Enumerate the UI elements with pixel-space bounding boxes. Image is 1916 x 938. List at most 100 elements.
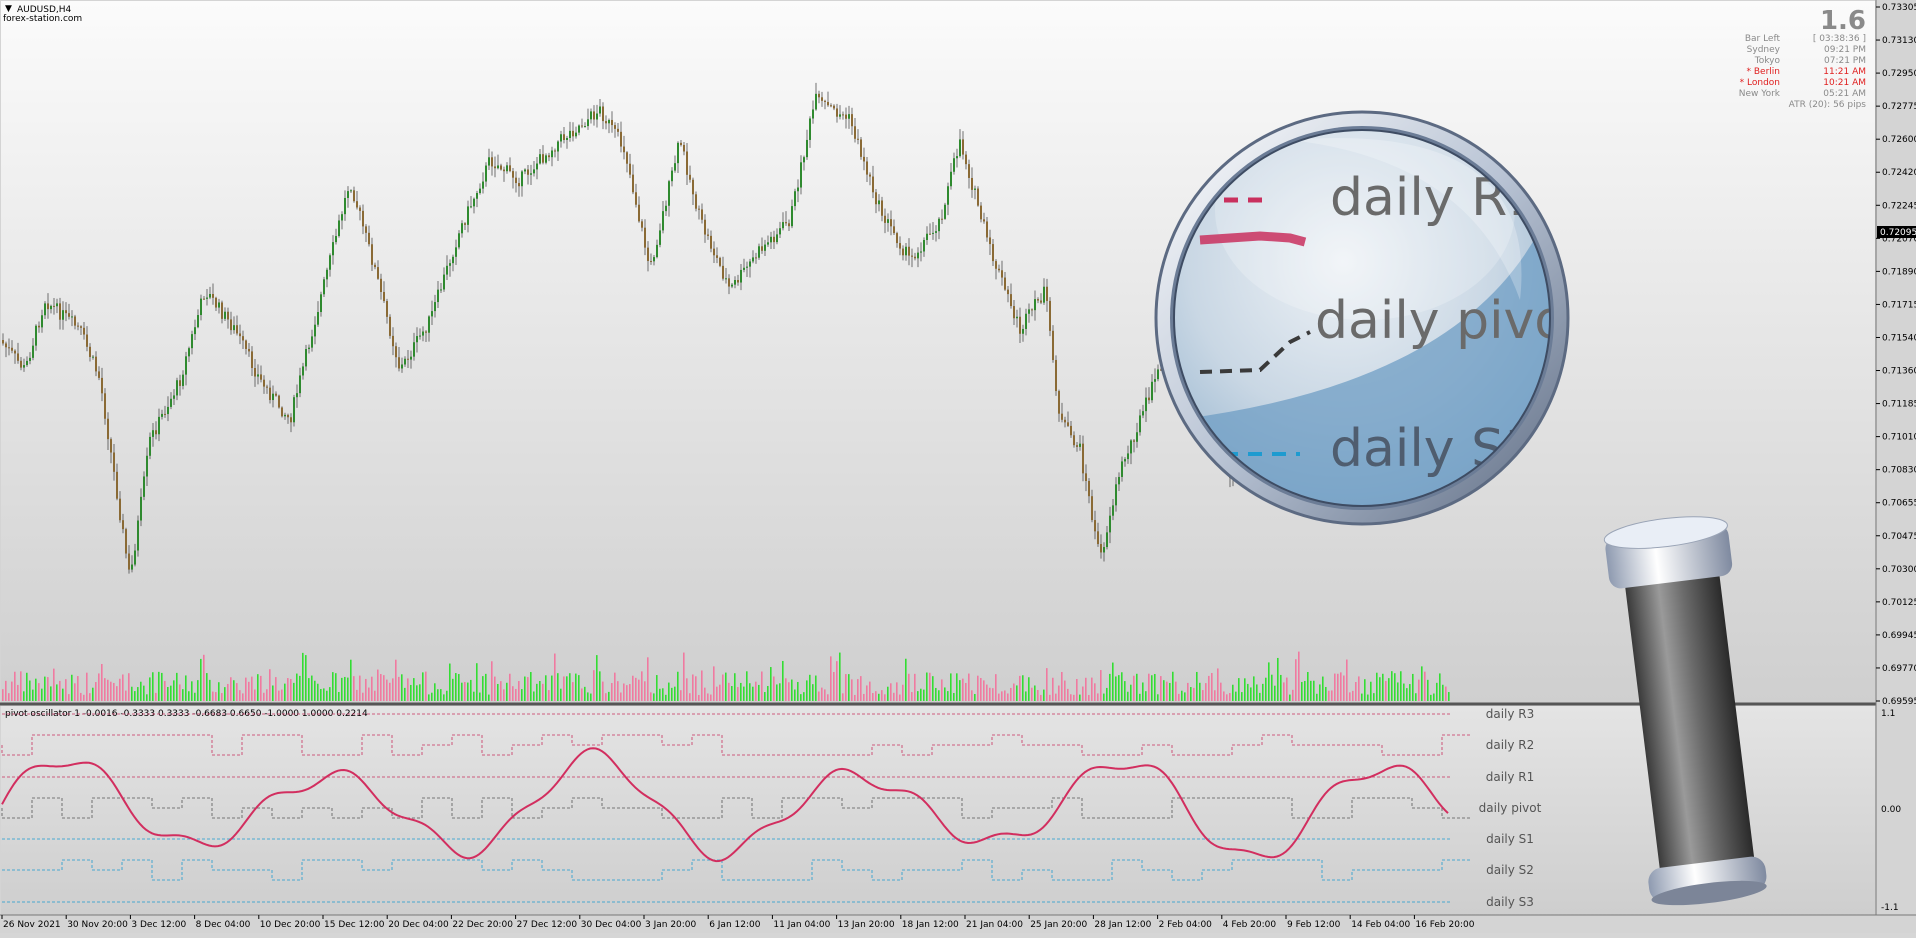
volume-bar — [86, 672, 88, 701]
volume-bar — [1349, 692, 1351, 701]
volume-bar — [452, 678, 454, 701]
info-label: Tokyo — [1754, 56, 1781, 66]
volume-bar — [1169, 682, 1171, 701]
volume-bar — [1352, 690, 1354, 701]
volume-bar — [1115, 676, 1117, 701]
volume-bar — [962, 678, 964, 701]
volume-bar — [1001, 691, 1003, 701]
candle-body — [1109, 515, 1111, 533]
candle-body — [149, 436, 151, 456]
candle-body — [635, 192, 637, 205]
volume-bar — [947, 691, 949, 701]
volume-bar — [1220, 682, 1222, 701]
candle-body — [596, 113, 598, 120]
volume-bar — [617, 681, 619, 701]
candle-body — [1127, 453, 1129, 460]
candle-body — [782, 222, 784, 229]
volume-bar — [275, 677, 277, 701]
candle-body — [545, 155, 547, 163]
candle-body — [821, 97, 823, 101]
info-label: * Berlin — [1747, 67, 1780, 77]
price-axis-label: 0.71185 — [1882, 400, 1916, 410]
candle-body — [314, 324, 316, 337]
candle-body — [794, 191, 796, 207]
candle-body — [230, 319, 232, 331]
indicator-axis-zero: 0.00 — [1881, 805, 1901, 815]
volume-bar — [599, 671, 601, 701]
volume-bar — [1277, 657, 1279, 701]
candle-body — [725, 278, 727, 280]
candle-body — [563, 134, 565, 140]
volume-bar — [1379, 677, 1381, 701]
volume-bar — [1340, 672, 1342, 701]
volume-bar — [728, 682, 730, 701]
volume-bar — [416, 685, 418, 701]
indicator-pane[interactable] — [1, 706, 1875, 915]
volume-bar — [632, 675, 634, 701]
candle-body — [308, 347, 310, 350]
candle-body — [809, 118, 811, 140]
volume-bar — [1313, 680, 1315, 701]
volume-bar — [593, 670, 595, 701]
candle-body — [824, 100, 826, 102]
volume-bar — [14, 671, 16, 701]
candle-body — [278, 395, 280, 408]
volume-bar — [80, 692, 82, 701]
volume-bar — [212, 691, 214, 701]
volume-bar — [305, 655, 307, 701]
chart-canvas[interactable]: 0.72095 0.733050.731300.729500.727750.72… — [0, 0, 1916, 933]
volume-bar — [134, 691, 136, 701]
volume-bar — [866, 685, 868, 701]
candle-body — [536, 163, 538, 170]
volume-bar — [491, 661, 493, 701]
volume-bar — [800, 694, 802, 701]
volume-bar — [1433, 693, 1435, 701]
candle-body — [806, 139, 808, 158]
candle-body — [320, 294, 322, 313]
volume-bar — [884, 694, 886, 701]
volume-bar — [1283, 682, 1285, 701]
candle-body — [1133, 440, 1135, 442]
volume-bar — [1322, 676, 1324, 701]
volume-bar — [722, 674, 724, 701]
volume-bar — [1151, 675, 1153, 701]
candle-body — [428, 316, 430, 333]
volume-bar — [131, 686, 133, 701]
candle-body — [1100, 544, 1102, 553]
price-axis-label: 0.71360 — [1882, 367, 1916, 377]
volume-bar — [1082, 686, 1084, 701]
volume-bar — [458, 674, 460, 701]
volume-bar — [38, 683, 40, 701]
volume-bar — [611, 683, 613, 701]
volume-bar — [56, 684, 58, 701]
volume-bar — [1139, 693, 1141, 701]
volume-bar — [1358, 676, 1360, 701]
volume-bar — [1124, 681, 1126, 701]
candle-body — [827, 101, 829, 106]
volume-bar — [647, 657, 649, 701]
time-axis-label: 6 Jan 12:00 — [709, 920, 761, 930]
volume-bar — [707, 693, 709, 701]
volume-bar — [1175, 681, 1177, 701]
candle-body — [479, 188, 481, 194]
candle-body — [38, 325, 40, 328]
chart-dropdown-icon[interactable]: ▼ — [5, 4, 12, 14]
volume-bar — [107, 679, 109, 701]
volume-bar — [911, 692, 913, 701]
candle-body — [158, 416, 160, 435]
candle-body — [413, 342, 415, 357]
candle-body — [1016, 316, 1018, 319]
volume-bar — [1217, 668, 1219, 701]
candle-body — [776, 234, 778, 243]
candle-body — [20, 360, 22, 368]
candle-body — [560, 134, 562, 142]
volume-bar — [1397, 682, 1399, 701]
pivot-level-label: daily R3 — [1486, 707, 1535, 721]
volume-bar — [284, 683, 286, 701]
volume-bar — [281, 689, 283, 701]
indicator-axis-max: 1.1 — [1881, 709, 1895, 719]
price-pane[interactable] — [1, 1, 1875, 703]
candle-body — [1004, 277, 1006, 290]
volume-bar — [1304, 680, 1306, 701]
volume-bar — [92, 687, 94, 701]
